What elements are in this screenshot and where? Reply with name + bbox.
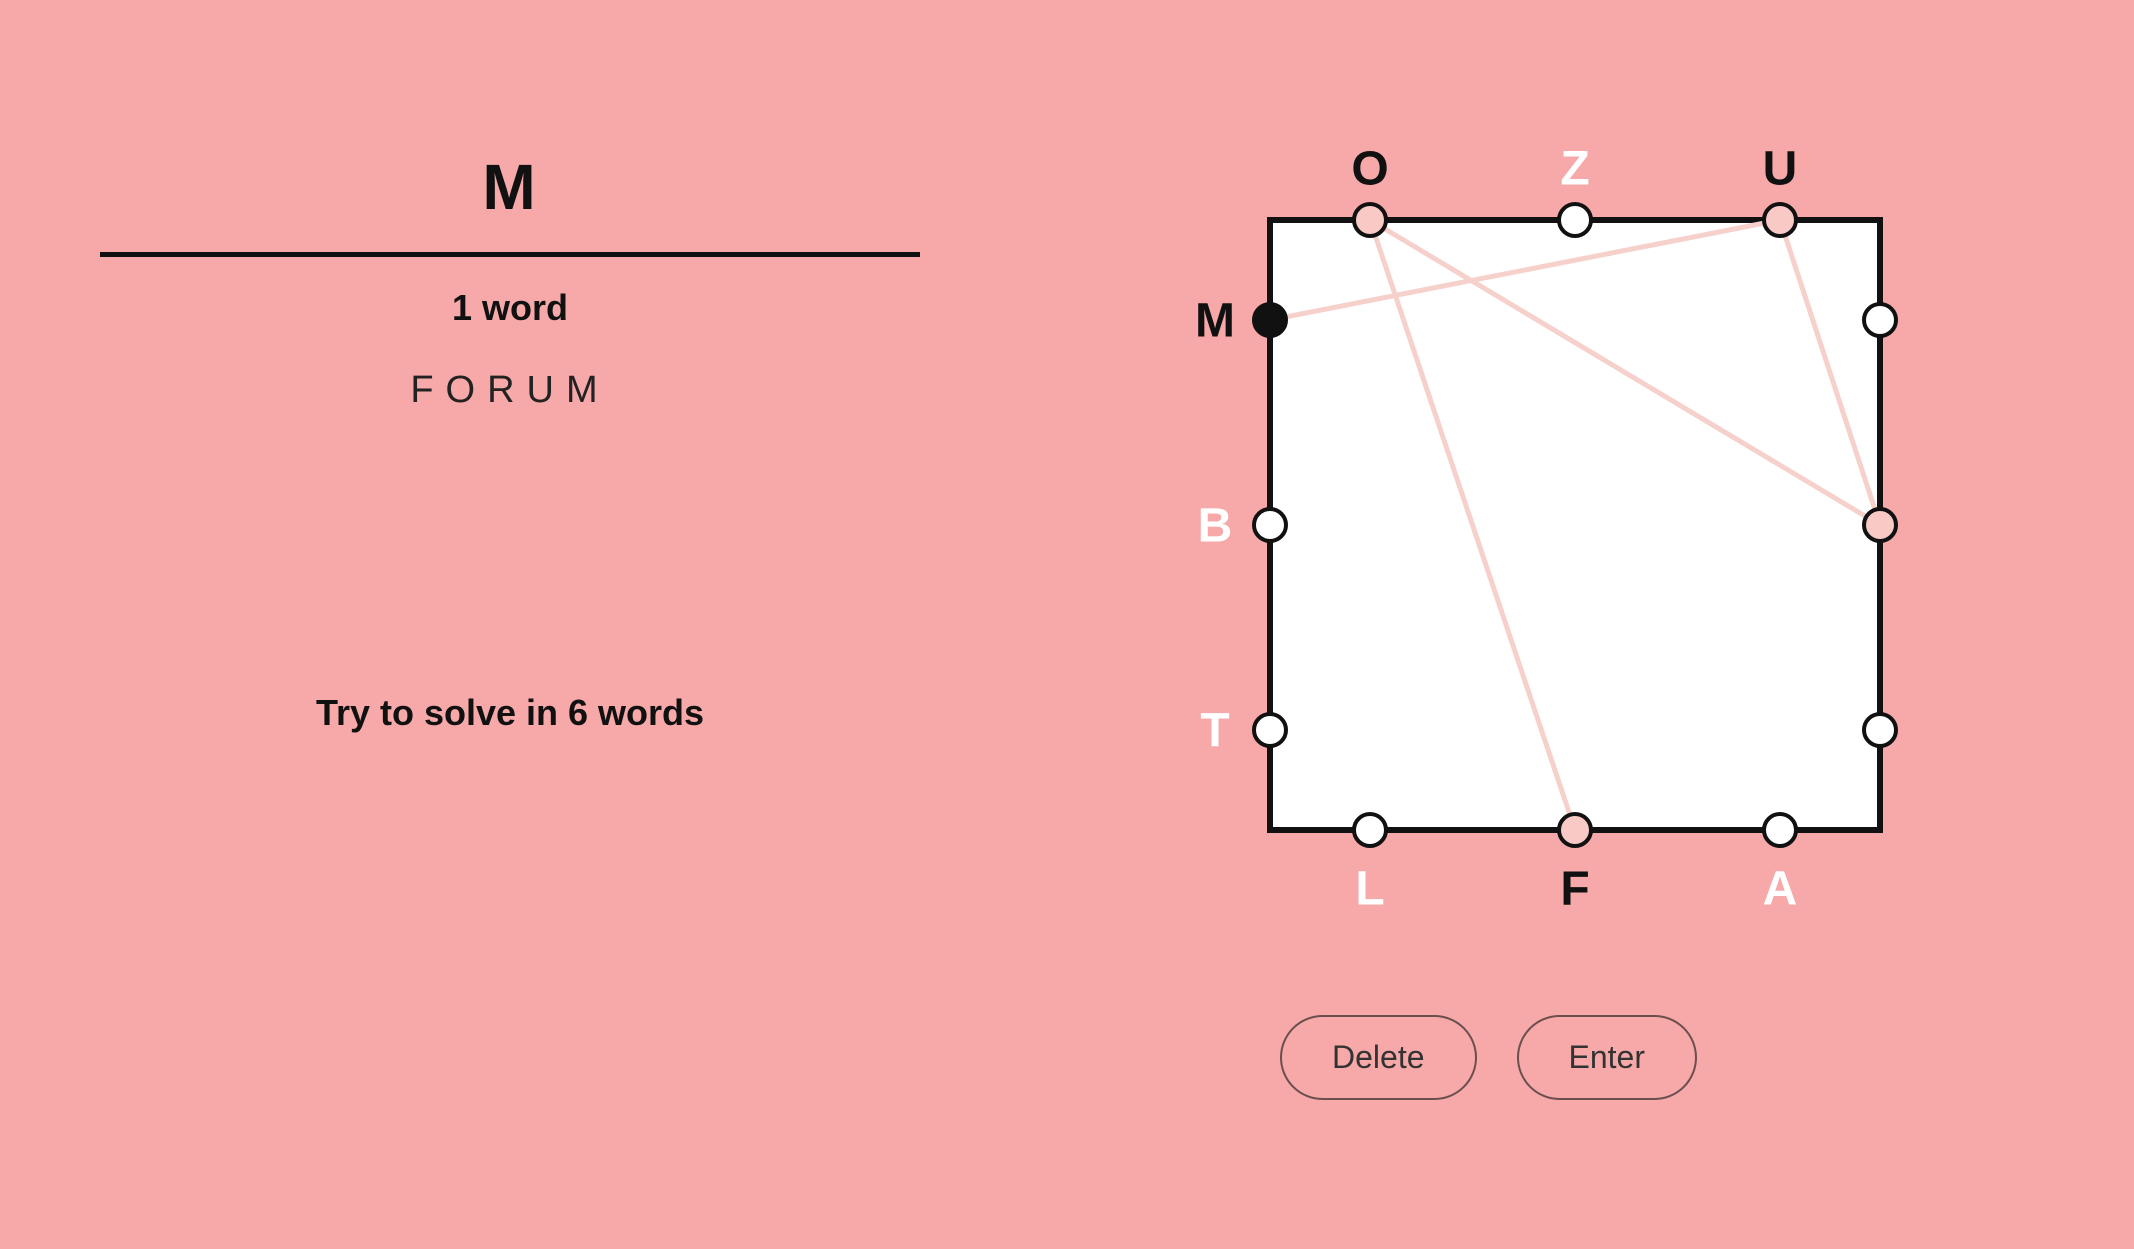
dot-bottom-2[interactable]: [1764, 814, 1796, 846]
word-count-label: 1 word: [100, 287, 920, 329]
letter-top-0[interactable]: O: [1351, 143, 1388, 196]
dot-right-0[interactable]: [1864, 304, 1896, 336]
dot-left-0[interactable]: [1254, 304, 1286, 336]
game-board: O Z U N R I L F: [1160, 110, 1880, 950]
letter-left-0[interactable]: M: [1195, 295, 1235, 348]
letter-left-1[interactable]: B: [1198, 500, 1233, 553]
dot-left-1[interactable]: [1254, 509, 1286, 541]
delete-button[interactable]: Delete: [1280, 1015, 1477, 1100]
dot-top-0[interactable]: [1354, 204, 1386, 236]
board-square: [1270, 220, 1880, 830]
letter-bottom-0[interactable]: L: [1355, 863, 1384, 916]
dot-top-1[interactable]: [1559, 204, 1591, 236]
entry-underline: [100, 252, 920, 257]
dot-right-2[interactable]: [1864, 714, 1896, 746]
dot-bottom-0[interactable]: [1354, 814, 1386, 846]
found-words-list: FORUM: [100, 369, 920, 412]
enter-button[interactable]: Enter: [1517, 1015, 1697, 1100]
letter-top-2[interactable]: U: [1763, 143, 1798, 196]
letter-bottom-2[interactable]: A: [1763, 863, 1798, 916]
dot-top-2[interactable]: [1764, 204, 1796, 236]
letter-left-2[interactable]: T: [1200, 705, 1229, 758]
letter-top-1[interactable]: Z: [1560, 143, 1589, 196]
letter-bottom-1[interactable]: F: [1560, 863, 1589, 916]
solve-hint: Try to solve in 6 words: [100, 692, 920, 734]
current-entry: M: [100, 150, 920, 252]
dot-left-2[interactable]: [1254, 714, 1286, 746]
dot-bottom-1[interactable]: [1559, 814, 1591, 846]
dot-right-1[interactable]: [1864, 509, 1896, 541]
